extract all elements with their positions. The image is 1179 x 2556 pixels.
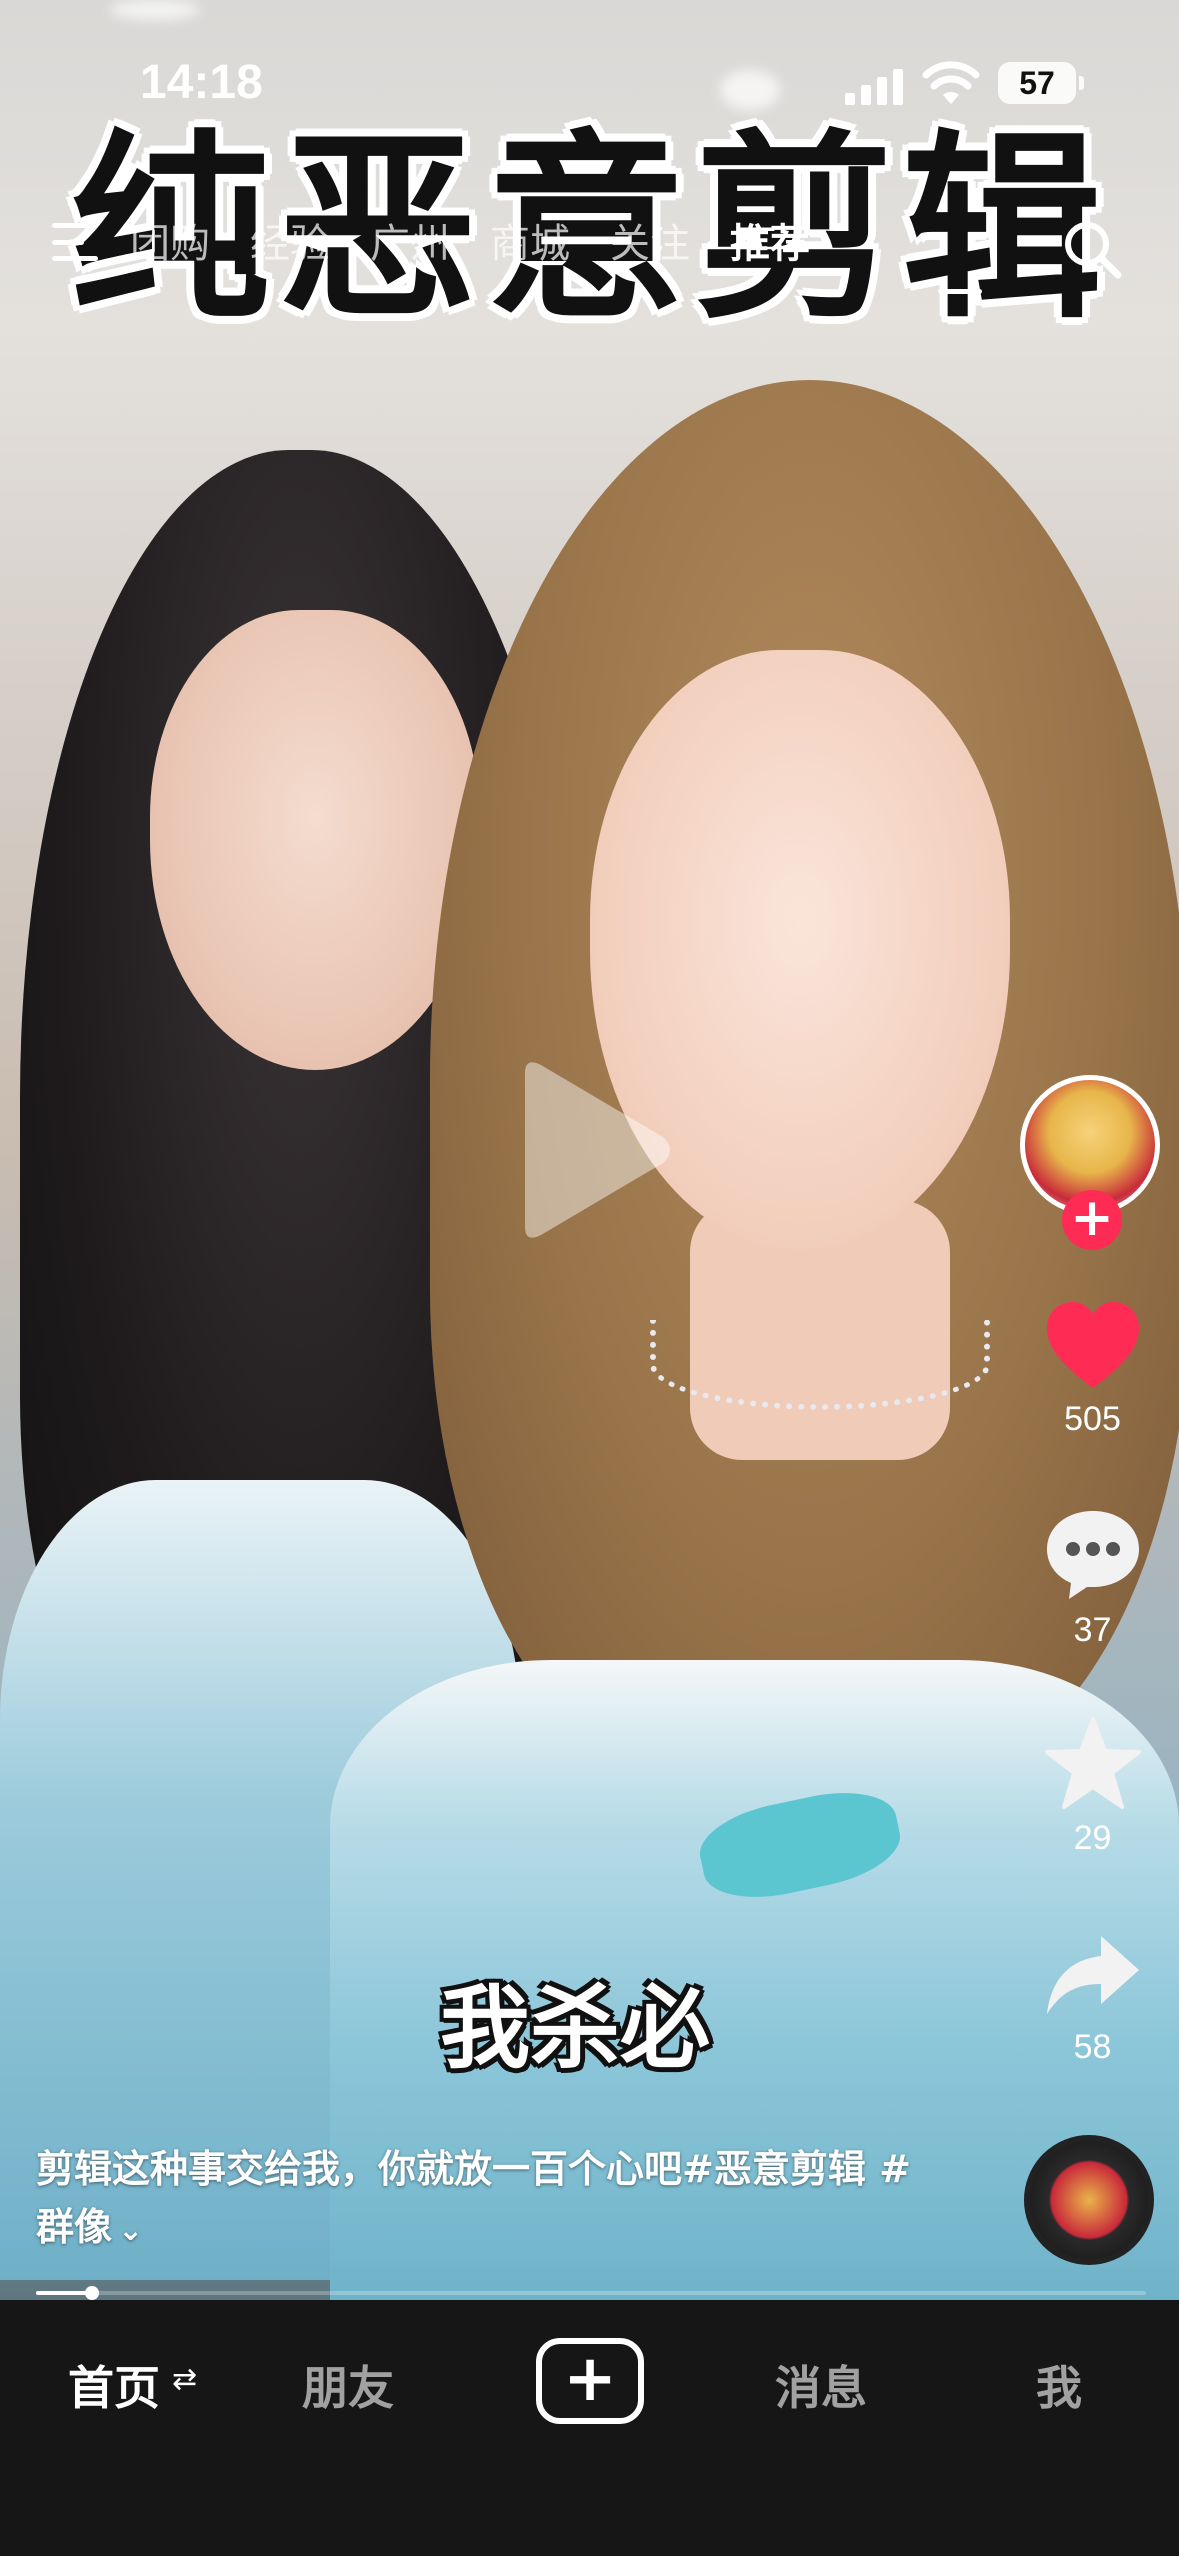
caption-text: 剪辑这种事交给我，你就放一百个心吧#恶意剪辑 #群像 — [36, 2147, 911, 2249]
active-tab-indicator — [938, 289, 982, 294]
share-count: 58 — [1073, 2028, 1112, 2066]
heart-icon — [1046, 1302, 1139, 1388]
star-icon — [1044, 1717, 1141, 1809]
favorite-count: 29 — [1073, 1819, 1112, 1857]
music-disc-icon[interactable] — [1024, 2135, 1154, 2265]
play-icon[interactable] — [505, 1055, 675, 1245]
chevron-down-icon[interactable]: ⌄ — [118, 2202, 143, 2260]
video-subtitle: 我杀必 — [440, 1976, 710, 2081]
tab-me[interactable]: 我 — [1036, 2352, 1082, 2418]
progress-fill — [36, 2291, 92, 2295]
share-arrow-icon — [1046, 1936, 1139, 2014]
tab-recommended[interactable]: 推荐 — [730, 211, 810, 269]
wifi-icon — [922, 61, 980, 104]
tab-following[interactable]: 关注 — [610, 211, 690, 269]
video-person-left-face — [150, 610, 480, 1070]
tab-guangzhou[interactable]: 广州 — [370, 211, 450, 269]
top-navigation: 团购 经验 广州 商城 关注 推荐 — [0, 205, 1179, 294]
like-count: 505 — [1064, 1400, 1121, 1438]
follow-plus-icon[interactable]: + — [1062, 1190, 1122, 1250]
tab-mall[interactable]: 商城 — [490, 211, 570, 269]
video-progress-bar[interactable] — [36, 2286, 1146, 2300]
status-time: 14:18 — [140, 56, 263, 109]
tab-experience[interactable]: 经验 — [250, 211, 330, 269]
status-bar: 14:18 57 — [0, 0, 1179, 150]
favorite-button[interactable]: 29 — [1010, 1715, 1175, 1858]
progress-knob[interactable] — [84, 2286, 99, 2300]
bottom-tab-bar: 首页 ⇄ 朋友 + 消息 我 — [0, 2300, 1179, 2556]
like-button[interactable]: 505 — [1010, 1300, 1175, 1439]
battery-icon: 57 — [998, 62, 1084, 104]
cellular-signal-icon — [845, 65, 905, 105]
share-button[interactable]: 58 — [1010, 1930, 1175, 2067]
switch-arrows-icon[interactable]: ⇄ — [172, 2362, 197, 2397]
tab-home[interactable]: 首页 — [68, 2352, 160, 2418]
video-caption[interactable]: 剪辑这种事交给我，你就放一百个心吧#恶意剪辑 #群像 ⌄ — [36, 2140, 916, 2260]
tab-group-buy[interactable]: 团购 — [130, 211, 210, 269]
video-necklace — [650, 1320, 990, 1410]
tab-messages[interactable]: 消息 — [775, 2352, 867, 2418]
plus-icon: + — [563, 2342, 617, 2416]
create-button[interactable]: + — [536, 2338, 644, 2424]
tab-friends[interactable]: 朋友 — [302, 2352, 394, 2418]
search-icon[interactable] — [1060, 217, 1124, 281]
comment-button[interactable]: 37 — [1010, 1507, 1175, 1650]
comment-icon — [1046, 1511, 1139, 1599]
comment-count: 37 — [1073, 1611, 1112, 1649]
menu-icon[interactable] — [52, 223, 98, 261]
nav-tabs: 团购 经验 广州 商城 关注 推荐 — [130, 211, 850, 269]
